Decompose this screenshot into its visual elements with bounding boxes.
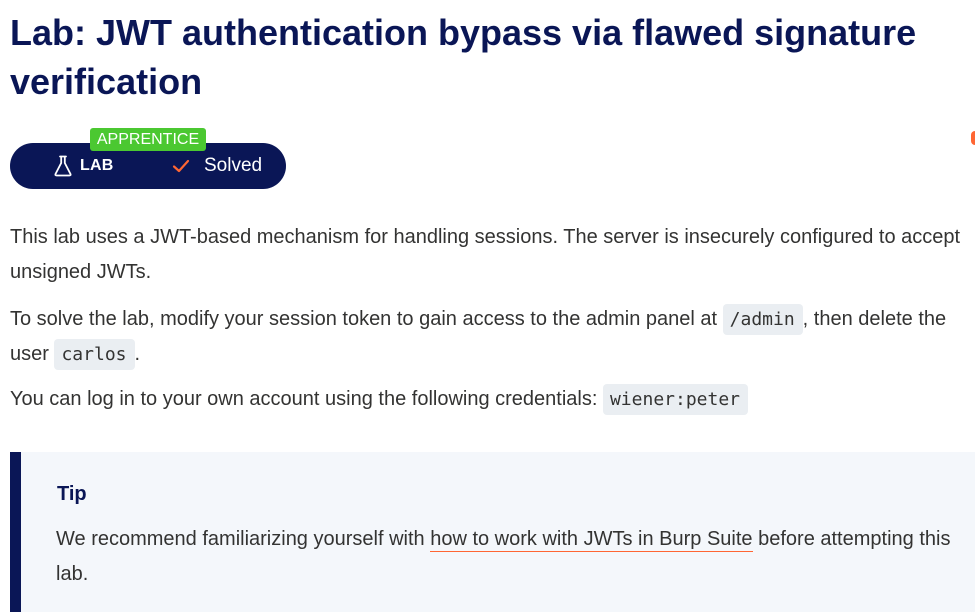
admin-path-code: /admin <box>722 304 803 335</box>
credentials-code: wiener:peter <box>602 384 749 415</box>
tip-text: We recommend familiarizing yourself with… <box>56 522 956 592</box>
p3-text-before: You can log in to your own account using… <box>10 388 603 410</box>
tip-title: Tip <box>57 483 87 505</box>
tip-text-before: We recommend familiarizing yourself with <box>56 528 431 550</box>
burp-jwt-guide-link[interactable]: how to work with JWTs in Burp Suite <box>430 528 753 552</box>
p2-text-before: To solve the lab, modify your session to… <box>10 308 723 330</box>
edge-indicator <box>971 131 975 145</box>
description-paragraph-3: You can log in to your own account using… <box>10 382 970 417</box>
page-title-line-1: Lab: JWT authentication bypass via flawe… <box>10 12 917 53</box>
solved-status-label: Solved <box>204 155 263 176</box>
lab-type-label: LAB <box>80 157 114 174</box>
description-paragraph-2: To solve the lab, modify your session to… <box>10 302 970 372</box>
page-title-line-2: verification <box>10 61 203 102</box>
level-badge: APPRENTICE <box>90 128 206 151</box>
flask-icon <box>54 155 72 177</box>
tip-box: Tip We recommend familiarizing yourself … <box>10 452 975 612</box>
p2-text-after: . <box>134 343 141 365</box>
page-title: Lab: JWT authentication bypass via flawe… <box>10 8 975 106</box>
description-paragraph-1: This lab uses a JWT-based mechanism for … <box>10 226 961 283</box>
checkmark-icon <box>172 159 190 173</box>
username-code: carlos <box>54 339 135 370</box>
